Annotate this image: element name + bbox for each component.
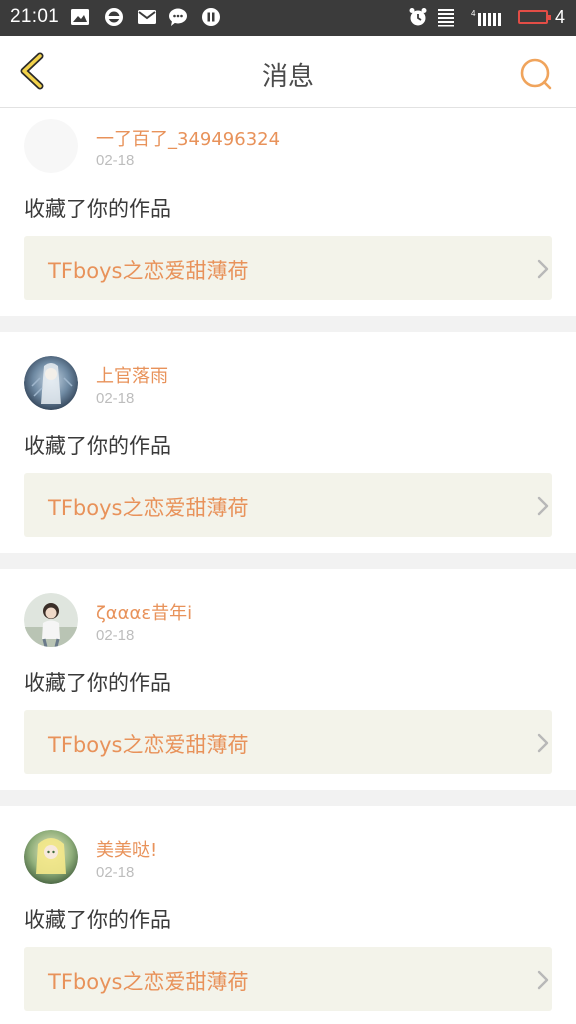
chevron-right-icon bbox=[537, 259, 549, 279]
work-link[interactable]: TFboys之恋爱甜薄荷 bbox=[24, 236, 552, 300]
header-bar: 消息 bbox=[0, 36, 576, 108]
battery-level: 4 bbox=[555, 7, 566, 27]
username[interactable]: 美美哒! bbox=[96, 836, 157, 862]
status-time: 21:01 bbox=[10, 6, 60, 27]
message-item[interactable]: ζαααε昔年i 02-18 收藏了你的作品 TFboys之恋爱甜薄荷 bbox=[0, 569, 576, 790]
alarm-icon bbox=[409, 8, 427, 26]
avatar[interactable] bbox=[24, 830, 78, 884]
work-link[interactable]: TFboys之恋爱甜薄荷 bbox=[24, 947, 552, 1011]
chevron-right-icon bbox=[537, 970, 549, 990]
data-icon bbox=[438, 9, 454, 27]
status-bar: 21:01 4 4 bbox=[0, 0, 576, 36]
pause-circle-icon bbox=[202, 8, 220, 26]
username[interactable]: ζαααε昔年i bbox=[96, 599, 192, 625]
mail-icon bbox=[138, 10, 156, 24]
chevron-right-icon bbox=[537, 733, 549, 753]
message-item[interactable]: 美美哒! 02-18 收藏了你的作品 TFboys之恋爱甜薄荷 bbox=[0, 806, 576, 1024]
action-text: 收藏了你的作品 bbox=[24, 908, 171, 932]
work-title: TFboys之恋爱甜薄荷 bbox=[48, 259, 249, 283]
action-text: 收藏了你的作品 bbox=[24, 434, 171, 458]
message-date: 02-18 bbox=[96, 390, 135, 407]
work-link[interactable]: TFboys之恋爱甜薄荷 bbox=[24, 710, 552, 774]
username[interactable]: 一了百了_349496324 bbox=[96, 125, 280, 151]
battery-icon bbox=[518, 10, 551, 24]
message-date: 02-18 bbox=[96, 864, 135, 881]
avatar[interactable] bbox=[24, 593, 78, 647]
image-notification-icon bbox=[71, 9, 89, 25]
message-item[interactable]: 一了百了_349496324 02-18 收藏了你的作品 TFboys之恋爱甜薄… bbox=[0, 108, 576, 316]
page-title: 消息 bbox=[261, 62, 314, 92]
circle-app-icon bbox=[105, 8, 123, 26]
action-text: 收藏了你的作品 bbox=[24, 671, 171, 695]
work-title: TFboys之恋爱甜薄荷 bbox=[48, 496, 249, 520]
search-icon[interactable] bbox=[516, 54, 556, 94]
message-date: 02-18 bbox=[96, 152, 135, 169]
chevron-right-icon bbox=[537, 496, 549, 516]
action-text: 收藏了你的作品 bbox=[24, 197, 171, 221]
work-title: TFboys之恋爱甜薄荷 bbox=[48, 970, 249, 994]
message-date: 02-18 bbox=[96, 627, 135, 644]
work-title: TFboys之恋爱甜薄荷 bbox=[48, 733, 249, 757]
message-item[interactable]: 上官落雨 02-18 收藏了你的作品 TFboys之恋爱甜薄荷 bbox=[0, 332, 576, 553]
signal-icon: 4 bbox=[471, 9, 501, 26]
avatar[interactable] bbox=[24, 119, 78, 173]
chat-icon bbox=[169, 8, 187, 26]
username[interactable]: 上官落雨 bbox=[96, 362, 168, 388]
svg-text:4: 4 bbox=[471, 9, 476, 18]
avatar[interactable] bbox=[24, 356, 78, 410]
work-link[interactable]: TFboys之恋爱甜薄荷 bbox=[24, 473, 552, 537]
